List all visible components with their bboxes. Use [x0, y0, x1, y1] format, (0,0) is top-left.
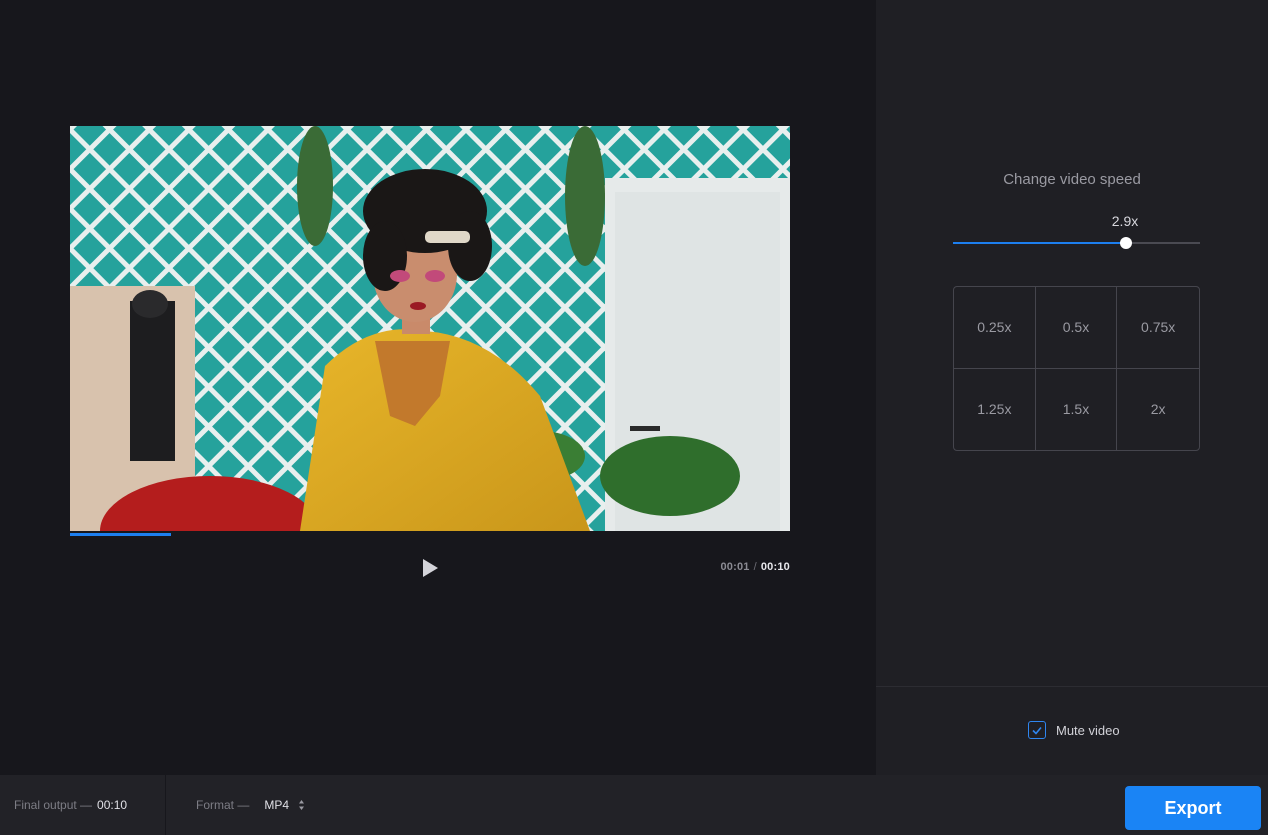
playback-progress-fill: [70, 533, 171, 536]
speed-panel-title: Change video speed: [1003, 171, 1141, 188]
check-icon: [1032, 726, 1042, 735]
final-output-label: Final output —: [14, 798, 93, 812]
format-select[interactable]: MP4: [264, 798, 305, 812]
speed-value-label: 2.9x: [1111, 213, 1139, 229]
speed-preset-0-75x[interactable]: 0.75x: [1117, 287, 1199, 369]
video-frame-image: [70, 126, 790, 531]
mute-checkbox[interactable]: [1028, 721, 1046, 739]
final-output-value: 00:10: [97, 798, 128, 812]
speed-preset-0-25x[interactable]: 0.25x: [954, 287, 1036, 369]
bottom-bar: Final output — 00:10 Format — MP4 Export: [0, 775, 1268, 835]
time-separator: /: [753, 561, 757, 573]
mute-section: Mute video: [876, 686, 1268, 775]
speed-presets-grid: 0.25x 0.5x 0.75x 1.25x 1.5x 2x: [953, 286, 1200, 451]
export-button[interactable]: Export: [1125, 786, 1261, 830]
preview-area: 00:01/00:10: [0, 0, 876, 775]
format-value: MP4: [264, 798, 290, 812]
play-icon: [423, 559, 438, 577]
total-time: 00:10: [760, 561, 790, 573]
speed-settings-panel: Change video speed 2.9x 0.25x 0.5x 0.75x…: [876, 0, 1268, 775]
video-preview[interactable]: [70, 126, 790, 531]
speed-preset-1-25x[interactable]: 1.25x: [954, 368, 1036, 450]
sort-arrows-icon: [298, 799, 305, 811]
final-output-info: Final output — 00:10: [0, 775, 166, 835]
current-time: 00:01: [720, 561, 750, 573]
speed-slider[interactable]: [953, 236, 1200, 250]
speed-preset-1-5x[interactable]: 1.5x: [1036, 368, 1118, 450]
speed-preset-2x[interactable]: 2x: [1117, 369, 1199, 451]
format-label: Format —: [196, 798, 250, 812]
play-button[interactable]: [418, 556, 442, 580]
format-info: Format — MP4: [196, 775, 305, 835]
playback-progress[interactable]: [70, 533, 790, 536]
mute-video-label: Mute video: [1056, 722, 1120, 738]
speed-slider-thumb[interactable]: [1119, 237, 1132, 249]
mute-video-toggle[interactable]: Mute video: [1028, 721, 1120, 739]
speed-editor-app: 00:01/00:10 Change video speed 2.9x 0.25…: [0, 0, 1268, 835]
speed-preset-0-5x[interactable]: 0.5x: [1035, 287, 1118, 369]
speed-slider-fill: [953, 242, 1126, 244]
time-display: 00:01/00:10: [720, 561, 790, 573]
